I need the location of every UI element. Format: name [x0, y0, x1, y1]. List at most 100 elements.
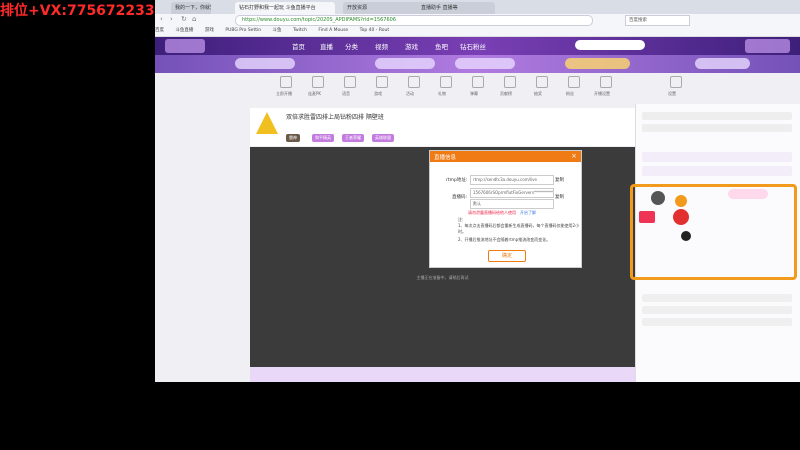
decoration — [728, 189, 768, 199]
bookmark-item[interactable]: PUBG Pro Settin — [225, 28, 261, 33]
nav-category[interactable]: 分类 — [345, 41, 358, 51]
search-box[interactable]: 百度搜索 — [625, 15, 690, 26]
dialog-title: 直播信息 — [434, 155, 457, 161]
danmu-icon[interactable] — [472, 76, 484, 88]
tool-label: 设置 — [668, 91, 676, 96]
nav-diamond[interactable]: 钻石粉丝 — [460, 41, 486, 51]
bookmarks-bar: 百度 斗鱼直播 游戏 PUBG Pro Settin 斗鱼 Twitch Fin… — [155, 26, 800, 37]
banner-pill[interactable] — [695, 58, 750, 69]
stream-code-field[interactable]: 1567606rSOprmflutFixGervers*********** — [470, 188, 554, 198]
nav-live[interactable]: 直播 — [320, 41, 333, 51]
tab-bar: 我的一下，你就知道 钻石打野和我一起玩 斗鱼直播平台 开放资源 直播助手 直播等 — [155, 0, 800, 14]
user-avatar-icon — [651, 191, 665, 205]
stream-overlay-box — [630, 184, 797, 280]
tool-label: 游戏 — [374, 91, 382, 96]
badge-icon — [675, 195, 687, 207]
reload-icon[interactable]: ↻ — [181, 15, 187, 23]
cursor-icon — [681, 231, 691, 241]
tag[interactable]: 王者荣耀 — [342, 134, 364, 142]
bookmark-item[interactable]: 斗鱼 — [273, 28, 282, 33]
rtmp-address-field[interactable]: rtmp://sendtc3a.douyu.com/live — [470, 175, 554, 185]
rank-icon[interactable] — [504, 76, 516, 88]
tool-label: 活动 — [406, 91, 414, 96]
voice-icon[interactable] — [344, 76, 356, 88]
nav-home[interactable]: 首页 — [292, 41, 305, 51]
banner-pill[interactable] — [565, 58, 630, 69]
site-header: 首页 直播 分类 视频 游戏 鱼吧 钻石粉丝 — [155, 37, 800, 55]
tool-label: 立即开播 — [276, 91, 292, 96]
tool-label: 连麦PK — [308, 91, 322, 96]
rtmp-label: rtmp地址: — [446, 178, 468, 183]
anchor-tools-row: 立即开播 连麦PK 语音 游戏 活动 礼物 弹幕 贡献榜 抽奖 粉丝 开播设置 … — [250, 76, 710, 104]
watermark-text: 排位+VX:775672233 — [0, 3, 155, 19]
chat-line — [642, 152, 792, 162]
bookmark-item[interactable]: 游戏 — [205, 28, 214, 33]
code-select[interactable]: 默认 — [470, 199, 554, 209]
stream-title: 双倍求胜雷四排上局钻粉四排 隔壁班 — [286, 114, 384, 121]
banner-pill[interactable] — [455, 58, 515, 69]
chat-line — [642, 166, 792, 176]
learn-more-link[interactable]: 开启了解 — [520, 210, 536, 216]
bookmark-item[interactable]: 斗鱼直播 — [175, 28, 193, 33]
player-header: 双倍求胜雷四排上局钻粉四排 隔壁班 雷神 和平精英 王者荣耀 英雄联盟 — [250, 108, 635, 146]
live-settings-icon[interactable] — [600, 76, 612, 88]
site-logo-right — [745, 39, 790, 53]
bookmark-item[interactable]: 百度 — [155, 28, 164, 33]
banner-pill[interactable] — [235, 58, 295, 69]
note-2: 2、开播后推流地址不会随着rtmp推流改变而变化。 — [458, 237, 551, 242]
close-icon[interactable]: × — [571, 152, 577, 160]
site-search-input[interactable] — [575, 40, 645, 50]
nav-game[interactable]: 游戏 — [405, 41, 418, 51]
tab-3[interactable]: 开放资源 — [343, 2, 421, 14]
back-icon[interactable]: ‹ — [160, 15, 163, 23]
game-icon[interactable] — [376, 76, 388, 88]
copy-rtmp-button[interactable]: 复制 — [555, 177, 564, 183]
avatar[interactable] — [256, 112, 278, 134]
live-info-dialog: 直播信息 × rtmp地址: rtmp://sendtc3a.douyu.com… — [429, 150, 582, 268]
lottery-icon[interactable] — [536, 76, 548, 88]
tool-label: 礼物 — [438, 91, 446, 96]
forward-icon[interactable]: › — [170, 15, 173, 23]
fans-icon[interactable] — [568, 76, 580, 88]
note-1: 1、每次点击直播码后都会重新生成直播码，每个直播码仅能使用2小时。 — [458, 223, 580, 234]
gift-icon[interactable] — [440, 76, 452, 88]
player-status-text: 主播正在准备中，请稍后再试 — [416, 275, 469, 280]
home-icon[interactable]: ⌂ — [192, 15, 196, 23]
warning-text: 请勿泄露直播码给他人使用 — [468, 210, 516, 215]
rank-tabs[interactable] — [642, 124, 792, 132]
bookmark-item[interactable]: Find A Mouse — [318, 28, 348, 33]
gift-bar — [250, 367, 635, 382]
tool-label: 语音 — [342, 91, 350, 96]
dialog-header: 直播信息 × — [430, 151, 581, 162]
copy-code-button[interactable]: 复制 — [555, 194, 564, 200]
activity-icon[interactable] — [408, 76, 420, 88]
tag[interactable]: 雷神 — [286, 134, 300, 142]
stream-code-label: 直播码: — [452, 195, 468, 200]
site-logo[interactable] — [165, 39, 205, 53]
app-logo-icon — [639, 211, 655, 223]
pk-icon[interactable] — [312, 76, 324, 88]
tool-label: 开播设置 — [594, 91, 610, 96]
bookmark-item[interactable]: Twitch — [293, 28, 307, 33]
start-live-icon[interactable] — [280, 76, 292, 88]
tool-label: 抽奖 — [534, 91, 542, 96]
banner-pill[interactable] — [375, 58, 435, 69]
tag[interactable]: 英雄联盟 — [372, 134, 394, 142]
chat-line — [642, 318, 792, 326]
rank-tabs[interactable] — [642, 112, 792, 120]
tool-label: 弹幕 — [470, 91, 478, 96]
tab-2[interactable]: 钻石打野和我一起玩 斗鱼直播平台 — [235, 2, 335, 14]
address-bar[interactable]: https://www.douyu.com/topic/2020S_APDIFA… — [235, 15, 593, 26]
settings-icon[interactable] — [670, 76, 682, 88]
tool-label: 贡献榜 — [500, 91, 512, 96]
confirm-button[interactable]: 确定 — [488, 250, 526, 262]
bookmark-item[interactable]: Top 40 - Rout — [360, 28, 390, 33]
nav-yuba[interactable]: 鱼吧 — [435, 41, 448, 51]
chat-line — [642, 294, 792, 302]
tab-4[interactable]: 直播助手 直播等 — [417, 2, 495, 14]
event-banner — [155, 55, 800, 73]
tab-1[interactable]: 我的一下，你就知道 — [171, 2, 211, 14]
nav-video[interactable]: 视频 — [375, 41, 388, 51]
tag[interactable]: 和平精英 — [312, 134, 334, 142]
music-app-icon — [673, 209, 689, 225]
